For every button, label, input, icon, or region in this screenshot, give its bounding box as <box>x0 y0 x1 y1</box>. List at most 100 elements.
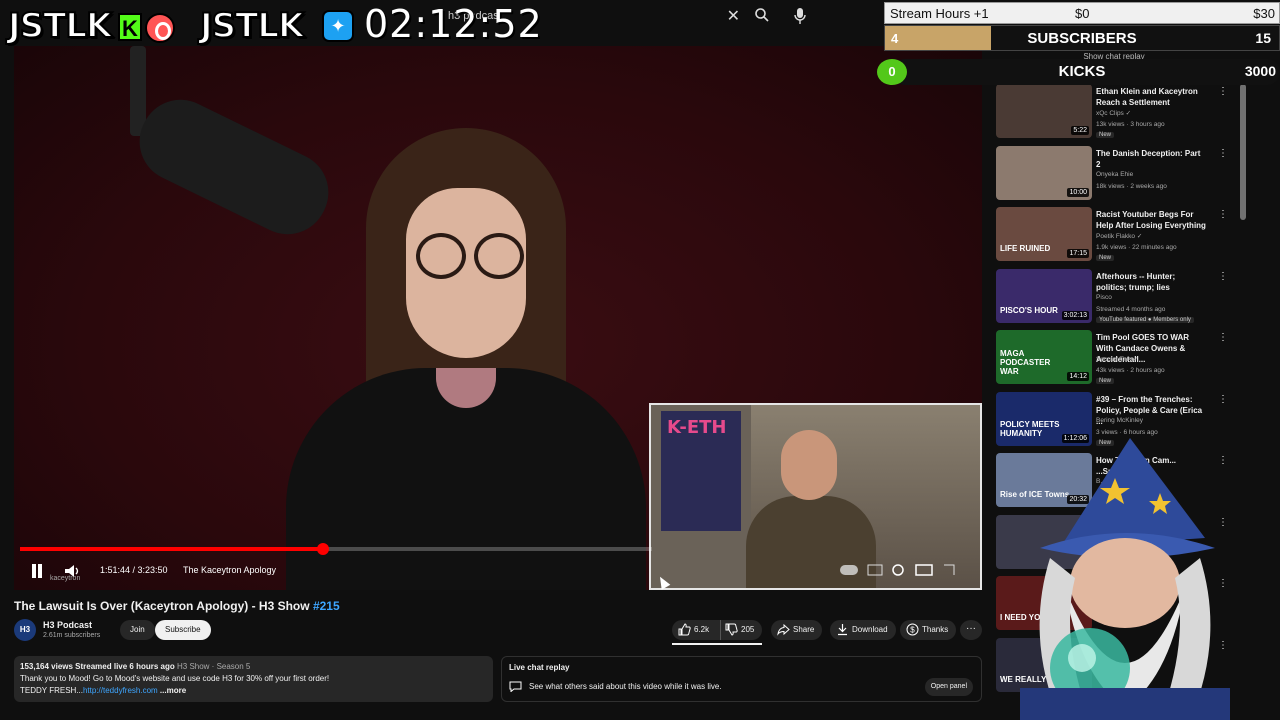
player-controls: 1:51:44 / 3:23:50 The Kaceytron Apology … <box>20 562 620 582</box>
video-player[interactable]: K-ETH 1:51:44 / 3:23:50 The Kaceytron Ap… <box>14 46 982 590</box>
channel-row: H3 H3 Podcast 2.61m subscribers Join Sub… <box>14 619 982 645</box>
pip-host-head <box>781 430 837 500</box>
progress-played <box>20 547 324 551</box>
description-box[interactable]: 153,164 views Streamed live 6 hours ago … <box>14 656 493 702</box>
recommendation-thumbnail[interactable]: 5:22 <box>996 84 1092 138</box>
description-line-2: TEDDY FRESH...http://teddyfresh.com ...m… <box>20 685 487 697</box>
more-options-icon[interactable]: ⋮ <box>1218 86 1228 97</box>
description-more-button[interactable]: ...more <box>160 686 186 695</box>
more-options-icon[interactable]: ⋮ <box>1218 394 1228 405</box>
streamed-date: Streamed live 6 hours ago <box>75 662 175 671</box>
recommendation-views: Streamed 4 months ago <box>1096 305 1166 313</box>
more-options-icon[interactable]: ⋮ <box>1218 332 1228 343</box>
more-options-icon[interactable]: ⋮ <box>1218 209 1228 220</box>
recommendation-title[interactable]: Afterhours -- Hunter; politics; trump; l… <box>1096 271 1206 293</box>
recommendation-thumbnail[interactable]: LIFE RUINED 17:15 <box>996 207 1092 261</box>
open-panel-button[interactable]: Open panel <box>924 678 973 696</box>
like-count: 6.2k <box>694 625 710 634</box>
thumbs-down-icon <box>725 623 738 636</box>
recommendation-views: 13k views · 3 hours ago <box>1096 121 1165 128</box>
progress-bar[interactable] <box>20 543 652 555</box>
stream-hours-max: $30 <box>1253 6 1275 21</box>
video-duration: 10:00 <box>1067 187 1089 197</box>
more-options-icon[interactable]: ⋮ <box>1218 271 1228 282</box>
subscribers-label: SUBSCRIBERS <box>1027 30 1137 47</box>
teddyfresh-link[interactable]: http://teddyfresh.com <box>83 686 158 695</box>
recommendation-title[interactable]: The Danish Deception: Part 2 <box>1096 148 1206 170</box>
glasses-left <box>416 233 466 279</box>
subscribe-button[interactable]: Subscribe <box>155 620 211 640</box>
super-thanks-icon: $ <box>906 623 919 636</box>
recommendation-channel[interactable]: Secular Talk ✓ <box>1096 355 1139 363</box>
recommendation-thumbnail[interactable]: MAGA PODCASTER WAR 14:12 <box>996 330 1092 384</box>
video-title: The Lawsuit Is Over (Kaceytron Apology) … <box>14 599 340 613</box>
recommendation-channel[interactable]: xQc Clips ✓ <box>1096 109 1131 117</box>
download-icon <box>838 624 847 636</box>
recommendation-item[interactable]: LIFE RUINED 17:15 Racist Youtuber Begs For… <box>996 207 1236 269</box>
search-icon[interactable] <box>754 7 770 23</box>
recommendation-item[interactable]: MAGA PODCASTER WAR 14:12 Tim Pool GOES TO … <box>996 330 1236 392</box>
channel-avatar[interactable]: H3 <box>14 619 36 641</box>
chapter-title[interactable]: The Kaceytron Apology <box>183 565 276 575</box>
hashtag-link[interactable]: #215 <box>313 599 340 613</box>
recommendation-channel[interactable]: Pisco <box>1096 294 1112 301</box>
join-button[interactable]: Join <box>120 620 155 640</box>
recommendation-item[interactable]: 5:22 Ethan Klein and Kaceytron Reach a Se… <box>996 84 1236 146</box>
subscribers-goal: 4 SUBSCRIBERS 15 <box>884 25 1280 51</box>
pip-controls[interactable] <box>840 562 970 578</box>
view-count: 153,164 views <box>20 662 73 671</box>
thumbnail-text: PISCO'S HOUR <box>1000 305 1058 315</box>
thumbnail-text: POLICY MEETS HUMANITY <box>1000 419 1060 438</box>
recommendation-badge: New <box>1096 255 1115 261</box>
more-options-icon[interactable]: ⋮ <box>1218 148 1228 159</box>
recommendation-channel[interactable]: Bering McKinley <box>1096 417 1143 424</box>
video-duration: 17:15 <box>1067 249 1089 258</box>
thanks-button[interactable]: $ Thanks <box>900 620 957 640</box>
picture-in-picture-video[interactable]: K-ETH <box>649 403 982 590</box>
dislike-button[interactable]: 205 <box>720 620 762 640</box>
kicks-label: KICKS <box>1058 63 1106 80</box>
thumbnail-text: LIFE RUINED <box>1000 244 1051 253</box>
recommendation-thumbnail[interactable]: PISCO'S HOUR 3:02:13 <box>996 268 1092 323</box>
recommendation-channel[interactable]: Poetik Flakko ✓ <box>1096 232 1142 240</box>
stream-goals-widget: Stream Hours +1 $0 $30 4 SUBSCRIBERS 15 … <box>877 2 1280 85</box>
stream-hours-label: Stream Hours +1 <box>890 6 989 21</box>
stream-overlay-logos: JSTLK K JSTLK ✦ 02:12:52 <box>0 0 600 52</box>
recommendation-views: 18k views · 2 weeks ago <box>1096 182 1167 190</box>
wizard-mascot-overlay <box>1020 438 1230 720</box>
dislike-count: 205 <box>741 625 755 634</box>
recommendation-channel[interactable]: Onyeka Ehie <box>1096 171 1133 178</box>
video-duration: 3:02:13 <box>1061 310 1089 320</box>
thumbs-up-icon <box>678 623 691 636</box>
series-label[interactable]: H3 Show · Season 5 <box>177 662 250 671</box>
recommendation-item[interactable]: PISCO'S HOUR 3:02:13 Afterhours -- Hunter;… <box>996 268 1236 331</box>
recommendation-thumbnail[interactable]: 10:00 <box>996 145 1092 200</box>
like-button[interactable]: 6.2k <box>672 620 718 640</box>
time-display: 1:51:44 / 3:23:50 <box>100 565 168 575</box>
chat-icon <box>509 681 522 692</box>
thumbnail-text: MAGA PODCASTER WAR <box>1000 349 1051 376</box>
brand-logo-right: JSTLK <box>199 5 305 47</box>
share-button[interactable]: Share <box>771 620 823 640</box>
recommendation-title[interactable]: Ethan Klein and Kaceytron Reach a Settle… <box>1096 86 1206 108</box>
kicks-goal: 0 KICKS 3000 <box>877 59 1280 85</box>
more-actions-button[interactable]: ··· <box>960 620 982 640</box>
description-meta: 153,164 views Streamed live 6 hours ago … <box>20 661 487 673</box>
recommendation-views: 1.9k views · 22 minutes ago <box>1096 244 1177 251</box>
voice-search-icon[interactable] <box>792 7 808 25</box>
recommendation-item[interactable]: 10:00 The Danish Deception: Part 2 Onyeka … <box>996 145 1236 208</box>
recommendation-title[interactable]: Racist Youtuber Begs For Help After Losi… <box>1096 209 1206 231</box>
download-button[interactable]: Download <box>830 620 896 640</box>
channel-name[interactable]: H3 Podcast <box>43 620 92 630</box>
kicks-goal-value: 3000 <box>1244 63 1276 79</box>
subscribers-goal-value: 15 <box>1255 30 1271 46</box>
sidebar-scrollbar[interactable] <box>1240 84 1246 220</box>
clear-search-icon[interactable]: ✕ <box>727 6 740 26</box>
live-chat-description: See what others said about this video wh… <box>529 682 722 691</box>
video-duration: 14:12 <box>1067 372 1089 381</box>
recommendation-badge: New <box>1096 132 1115 138</box>
pause-icon[interactable] <box>30 564 44 578</box>
recommendation-badge: YouTube featured ● Members only <box>1096 316 1194 323</box>
description-prefix: TEDDY FRESH... <box>20 686 83 695</box>
stream-hours-goal: Stream Hours +1 $0 $30 <box>884 2 1280 24</box>
